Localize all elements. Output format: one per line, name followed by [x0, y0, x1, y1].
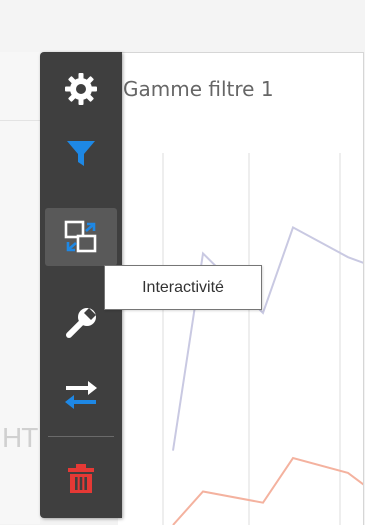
interactivity-icon: [64, 220, 97, 253]
chart-series-line-1: [172, 225, 363, 451]
tooltip-interactivity: Interactivité: [104, 265, 262, 310]
gear-icon: [65, 73, 97, 105]
toolbar-divider: [48, 436, 114, 437]
delete-button[interactable]: [45, 450, 117, 508]
chart-series-line-2: [172, 456, 363, 525]
filter-button[interactable]: [45, 124, 117, 182]
background-divider: [0, 120, 40, 121]
wrench-icon: [66, 308, 96, 338]
widget-title: Gamme filtre 1: [123, 77, 274, 101]
background-partial-text: HT: [2, 422, 38, 453]
filter-icon: [67, 141, 95, 166]
settings-button[interactable]: [45, 60, 117, 118]
interactivity-button[interactable]: [45, 208, 117, 266]
app-background-header: [0, 0, 365, 52]
trash-icon: [68, 464, 94, 493]
swap-button[interactable]: [45, 366, 117, 424]
swap-arrows-icon: [65, 381, 97, 409]
